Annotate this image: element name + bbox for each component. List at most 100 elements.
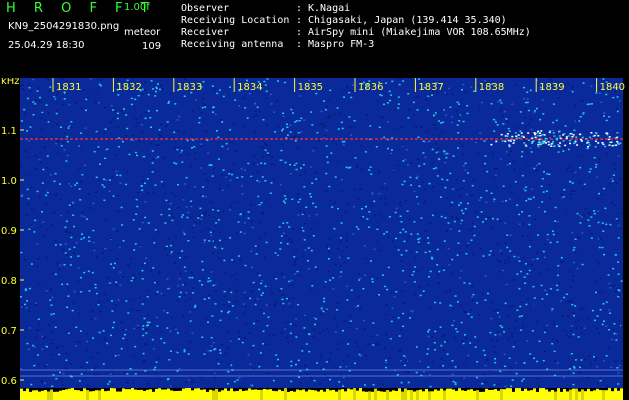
noise-speck — [290, 279, 293, 282]
noise-speck — [336, 302, 339, 304]
noise-speck — [297, 132, 300, 134]
noise-speck — [506, 234, 509, 236]
noise-speck — [240, 213, 242, 215]
noise-speck — [229, 209, 231, 211]
noise-speck — [536, 257, 539, 260]
noise-speck — [492, 200, 495, 202]
noise-speck — [162, 309, 165, 312]
noise-speck — [140, 264, 143, 267]
noise-speck — [405, 371, 408, 373]
noise-speck — [359, 307, 362, 310]
noise-speck — [54, 194, 57, 196]
noise-speck — [111, 383, 114, 386]
noise-speck — [241, 193, 244, 195]
location-label: Receiving Location — [181, 15, 290, 26]
noise-speck — [450, 272, 453, 275]
noise-speck — [73, 225, 75, 228]
noise-speck — [32, 101, 35, 103]
noise-speck — [349, 320, 352, 322]
noise-speck — [412, 114, 415, 116]
level-bar-segment — [167, 388, 170, 400]
noise-speck — [406, 164, 409, 166]
noise-speck — [541, 99, 544, 101]
noise-speck — [507, 127, 510, 130]
noise-speck — [533, 167, 536, 170]
noise-speck — [313, 379, 316, 382]
meteor-echo — [569, 142, 571, 145]
noise-speck — [423, 199, 426, 202]
noise-speck — [24, 289, 27, 292]
level-bar-segment — [521, 390, 524, 400]
level-bar-segment — [38, 391, 41, 400]
noise-speck — [385, 82, 388, 84]
noise-speck — [283, 79, 286, 81]
noise-speck — [260, 294, 263, 296]
noise-speck — [80, 330, 82, 332]
noise-speck — [303, 212, 306, 214]
noise-speck — [329, 115, 332, 117]
noise-speck — [198, 280, 201, 282]
noise-speck — [256, 179, 259, 182]
noise-speck — [497, 259, 500, 262]
noise-speck — [593, 319, 596, 322]
noise-speck — [281, 298, 284, 301]
level-bar-segment — [365, 391, 368, 400]
noise-speck — [82, 211, 85, 214]
noise-speck — [569, 271, 572, 273]
noise-speck — [594, 359, 597, 361]
noise-speck — [462, 145, 464, 147]
noise-speck — [132, 355, 135, 358]
noise-speck — [26, 342, 29, 345]
noise-speck — [191, 227, 194, 229]
noise-speck — [281, 143, 284, 146]
noise-speck — [163, 248, 166, 251]
level-bar-segment — [506, 388, 509, 400]
noise-speck — [476, 302, 479, 304]
noise-speck — [46, 155, 49, 157]
meteor-echo — [563, 133, 566, 135]
noise-speck — [62, 249, 65, 251]
noise-speck — [418, 185, 421, 187]
noise-speck — [339, 264, 342, 267]
noise-speck — [464, 208, 467, 210]
noise-speck — [509, 185, 512, 187]
noise-speck — [397, 317, 400, 319]
noise-speck — [398, 83, 401, 86]
level-bar-segment — [284, 388, 287, 400]
noise-speck — [476, 153, 479, 155]
noise-speck — [125, 329, 127, 331]
noise-speck — [189, 203, 192, 206]
noise-speck — [147, 314, 149, 316]
level-bar-segment — [47, 391, 50, 400]
noise-speck — [136, 154, 138, 157]
noise-speck — [385, 304, 388, 306]
noise-speck — [475, 141, 477, 144]
noise-speck — [160, 292, 163, 295]
noise-speck — [23, 113, 26, 115]
noise-speck — [154, 281, 156, 284]
noise-speck — [602, 303, 605, 305]
noise-speck — [112, 109, 115, 111]
level-bar-segment — [581, 389, 584, 400]
noise-speck — [286, 134, 289, 136]
noise-speck — [266, 78, 269, 80]
noise-speck — [178, 115, 181, 118]
noise-speck — [439, 244, 442, 247]
meteor-echo — [595, 140, 597, 142]
noise-speck — [140, 115, 143, 118]
noise-speck — [500, 102, 503, 104]
noise-speck — [447, 197, 449, 200]
noise-speck — [594, 356, 597, 359]
noise-speck — [339, 113, 341, 115]
noise-speck — [141, 221, 144, 224]
noise-speck — [151, 162, 154, 164]
noise-speck — [323, 100, 325, 102]
noise-speck — [614, 254, 617, 256]
noise-speck — [529, 89, 532, 92]
noise-speck — [376, 277, 379, 279]
noise-speck — [479, 248, 482, 250]
noise-speck — [527, 122, 530, 125]
noise-speck — [280, 273, 283, 275]
noise-speck — [359, 277, 362, 280]
noise-speck — [21, 306, 23, 308]
